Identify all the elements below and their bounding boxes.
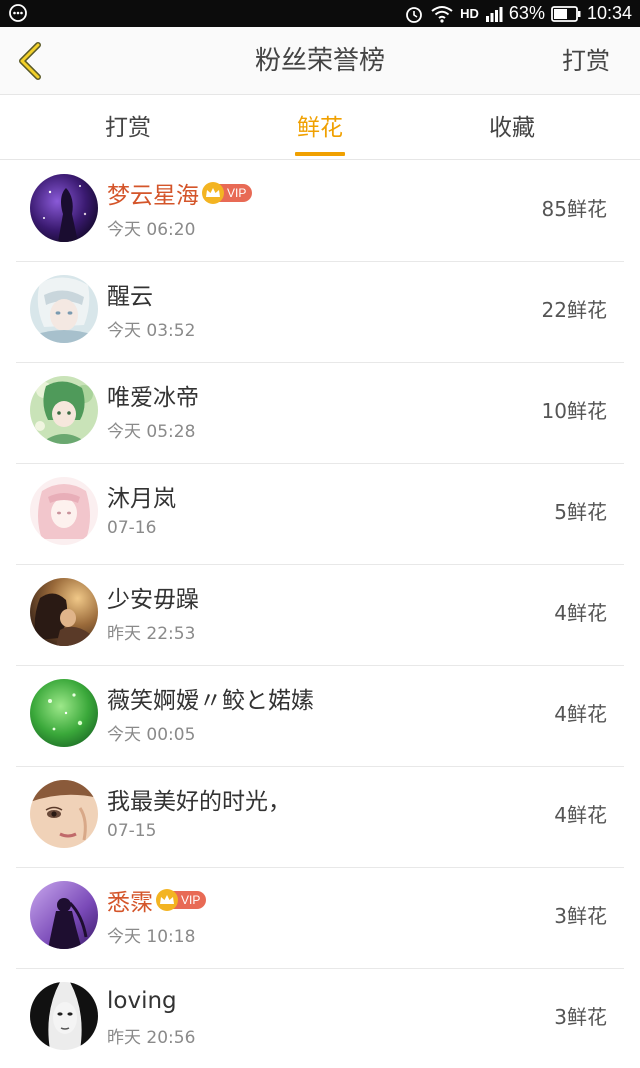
fan-name: 沐月岚	[107, 486, 176, 512]
fan-time: 昨天 22:53	[107, 624, 196, 644]
flower-count: 4鲜花	[554, 601, 607, 625]
vip-badge: VIP	[156, 889, 207, 911]
list-item[interactable]: 唯爱冰帝 今天 05:28 10鲜花	[0, 363, 640, 464]
fan-name: 薇笑婀嫒〃鲛と婼嫊	[107, 688, 314, 714]
fan-name: 悉霂	[107, 890, 153, 916]
network-label: HD	[460, 6, 479, 21]
list-item[interactable]: 我最美好的时光， 07-15 4鲜花	[0, 767, 640, 868]
avatar	[30, 376, 98, 444]
clock: 10:34	[586, 3, 632, 23]
tab-favorites[interactable]: 收藏	[462, 96, 562, 160]
active-tab-indicator	[295, 152, 345, 156]
fan-time: 昨天 20:56	[107, 1028, 196, 1048]
flower-count: 22鲜花	[541, 298, 607, 322]
list-item[interactable]: 醒云 今天 03:52 22鲜花	[0, 262, 640, 363]
fan-name: 少安毋躁	[107, 587, 199, 613]
fan-name: loving	[107, 988, 177, 1014]
avatar	[30, 174, 98, 242]
list-item[interactable]: 悉霂 VIP 今天 10:18 3鲜花	[0, 868, 640, 969]
fan-time: 今天 06:20	[107, 220, 196, 240]
alarm-icon	[404, 4, 424, 24]
avatar	[30, 275, 98, 343]
fan-time: 07-15	[107, 821, 157, 841]
fan-time: 今天 10:18	[107, 927, 196, 947]
avatar	[30, 578, 98, 646]
fan-list: 梦云星海 VIP 今天 06:20 85鲜花 醒云 今天 03:52 22鲜花 …	[0, 161, 640, 1068]
flower-count: 4鲜花	[554, 803, 607, 827]
app-header: 粉丝荣誉榜 打赏	[0, 27, 640, 95]
signal-icon	[485, 5, 503, 23]
avatar	[30, 780, 98, 848]
flower-count: 4鲜花	[554, 702, 607, 726]
fan-name: 唯爱冰帝	[107, 385, 199, 411]
list-item[interactable]: loving 昨天 20:56 3鲜花	[0, 969, 640, 1068]
crown-icon	[202, 182, 224, 204]
status-bar: HD 63% 10:34	[0, 0, 640, 27]
battery-icon	[551, 5, 581, 22]
avatar	[30, 679, 98, 747]
page-title: 粉丝荣誉榜	[254, 46, 385, 76]
list-item[interactable]: 沐月岚 07-16 5鲜花	[0, 464, 640, 565]
vip-badge: VIP	[202, 182, 253, 204]
tab-flowers[interactable]: 鲜花	[270, 96, 370, 160]
flower-count: 10鲜花	[541, 399, 607, 423]
avatar	[30, 477, 98, 545]
fan-time: 今天 00:05	[107, 725, 196, 745]
list-item[interactable]: 少安毋躁 昨天 22:53 4鲜花	[0, 565, 640, 666]
avatar	[30, 881, 98, 949]
tab-bar: 打赏 鲜花 收藏	[0, 96, 640, 160]
tab-reward[interactable]: 打赏	[78, 96, 178, 160]
flower-count: 3鲜花	[554, 1005, 607, 1029]
fan-time: 07-16	[107, 518, 157, 538]
battery-percent: 63%	[508, 3, 545, 23]
menu-dots-icon	[8, 3, 28, 23]
fan-name: 梦云星海	[107, 183, 199, 209]
fan-time: 今天 03:52	[107, 321, 196, 341]
reward-button[interactable]: 打赏	[562, 27, 610, 95]
fan-time: 今天 05:28	[107, 422, 196, 442]
avatar	[30, 982, 98, 1050]
crown-icon	[156, 889, 178, 911]
flower-count: 5鲜花	[554, 500, 607, 524]
flower-count: 3鲜花	[554, 904, 607, 928]
flower-count: 85鲜花	[541, 197, 607, 221]
list-item[interactable]: 梦云星海 VIP 今天 06:20 85鲜花	[0, 161, 640, 262]
fan-name: 我最美好的时光，	[107, 789, 291, 815]
wifi-icon	[430, 4, 454, 24]
fan-name: 醒云	[107, 284, 153, 310]
list-item[interactable]: 薇笑婀嫒〃鲛と婼嫊 今天 00:05 4鲜花	[0, 666, 640, 767]
